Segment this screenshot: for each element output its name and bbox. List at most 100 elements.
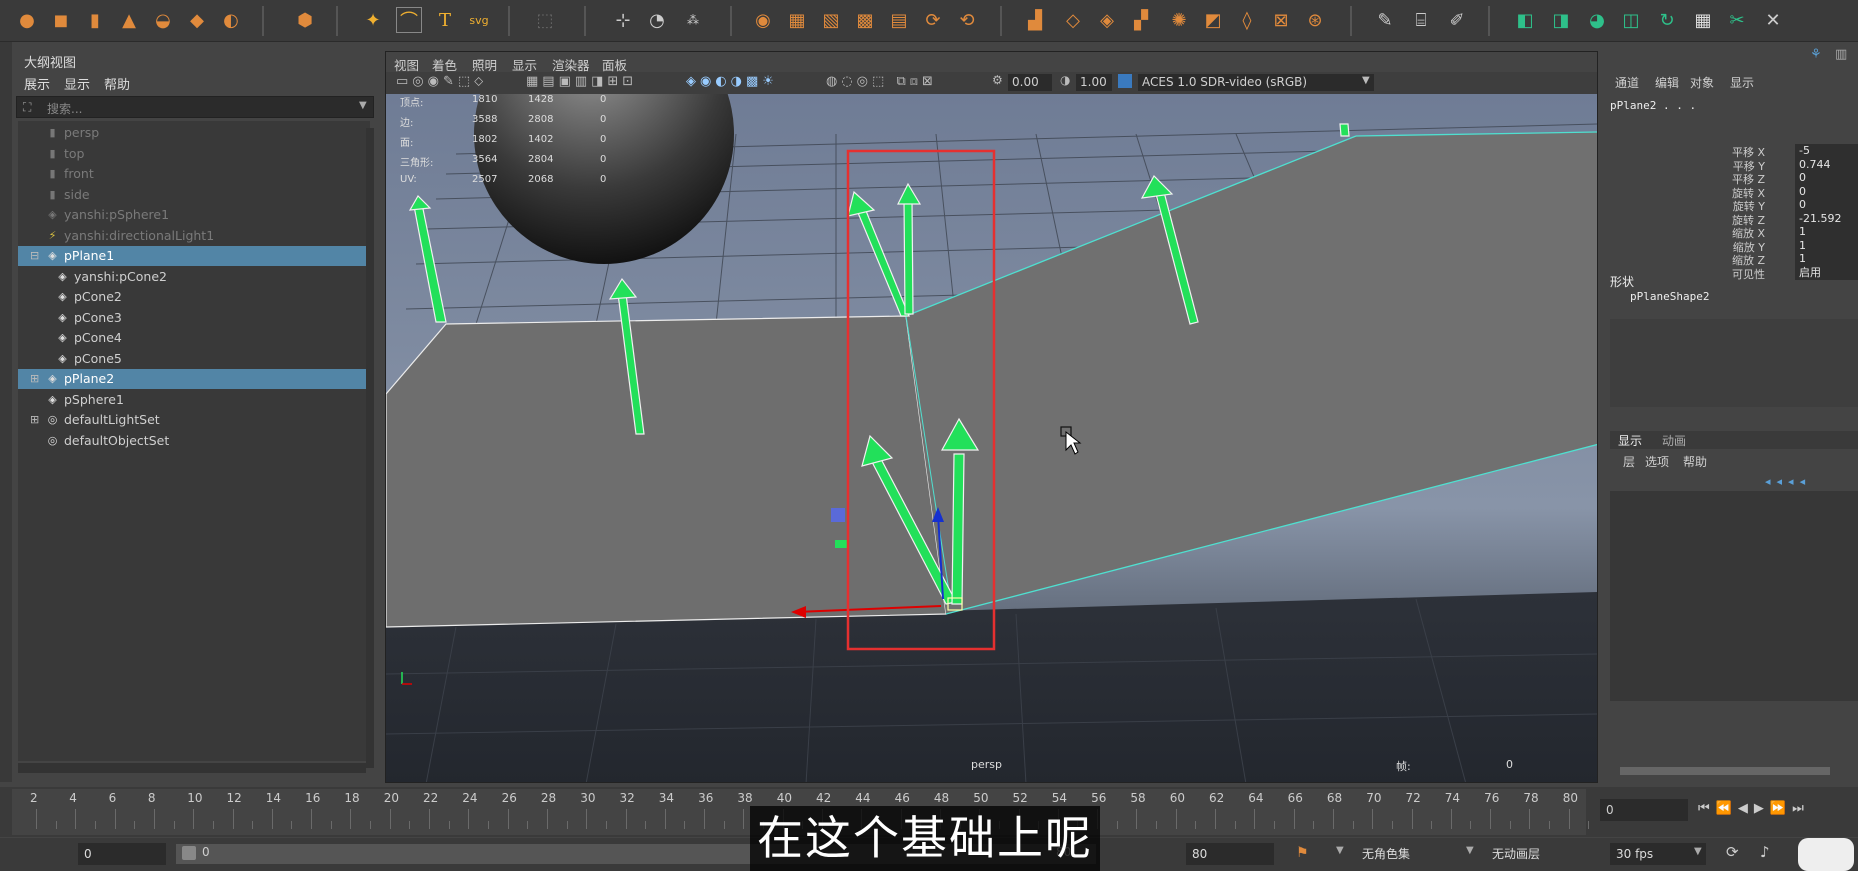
- text-icon[interactable]: T: [432, 7, 458, 33]
- channel-value-field[interactable]: 0: [1795, 171, 1858, 185]
- uv-unfold-icon[interactable]: ↻: [1654, 7, 1680, 33]
- outliner-item[interactable]: ◈ yanshi:pSphere1: [18, 205, 368, 225]
- menu-help[interactable]: 帮助: [104, 74, 130, 93]
- chevron-down-icon[interactable]: ▼: [1466, 845, 1474, 856]
- uv-cylinder-icon[interactable]: ◨: [1548, 7, 1574, 33]
- channel-value-field[interactable]: -21.592: [1795, 211, 1858, 226]
- poke-icon[interactable]: ✺: [1166, 7, 1192, 33]
- shading-tools-icon[interactable]: ◈◉◐◑▩☀: [686, 74, 778, 89]
- outliner-item[interactable]: ▮ side: [18, 185, 368, 205]
- soccer-ball-icon[interactable]: ⬢: [292, 7, 318, 33]
- shape-name[interactable]: pPlaneShape2: [1630, 290, 1709, 303]
- outliner-item[interactable]: ▮ front: [18, 164, 368, 184]
- exposure-field[interactable]: 0.00: [1008, 74, 1052, 91]
- outliner-item[interactable]: ◈ pCone4: [18, 328, 368, 348]
- outliner-item[interactable]: ◈ pCone3: [18, 308, 368, 328]
- fps-dropdown[interactable]: 30 fps: [1610, 843, 1706, 865]
- channel-value-field[interactable]: 0: [1795, 198, 1858, 212]
- disc-icon[interactable]: ◐: [218, 7, 244, 33]
- search-input[interactable]: ⛶ 搜索... ▼: [16, 96, 374, 118]
- outliner-item[interactable]: ◈ pCone5: [18, 349, 368, 369]
- chevron-down-icon[interactable]: ▼: [1362, 75, 1370, 86]
- mirror-icon[interactable]: ⟲: [954, 7, 980, 33]
- rotate-icon[interactable]: ⟳: [920, 7, 946, 33]
- outliner-item[interactable]: ◈ pCone2: [18, 287, 368, 307]
- measure-icon[interactable]: ◔: [644, 7, 670, 33]
- expand-toggle-icon[interactable]: ⊞: [30, 369, 39, 389]
- outliner-item[interactable]: ⚡ yanshi:directionalLight1: [18, 226, 368, 246]
- cylinder-icon[interactable]: ▮: [82, 7, 108, 33]
- tool-settings-icon[interactable]: ▥: [1835, 47, 1847, 62]
- checker-icon[interactable]: ▦: [1690, 7, 1716, 33]
- colorspace-dropdown[interactable]: ACES 1.0 SDR-video (sRGB): [1138, 74, 1374, 91]
- append-icon[interactable]: ▞: [1128, 7, 1154, 33]
- outliner-item[interactable]: ⊟ ◈ pPlane1: [18, 246, 368, 266]
- end-frame-field[interactable]: 80: [1186, 843, 1274, 865]
- expand-toggle-icon[interactable]: ⊞: [30, 410, 39, 430]
- chevron-down-icon[interactable]: ▼: [1694, 846, 1702, 857]
- camera-tools-icon[interactable]: ▭◎◉✎⬚⬦: [396, 74, 487, 89]
- range-handle-left[interactable]: [182, 846, 196, 860]
- menu-show[interactable]: 显示: [64, 74, 90, 93]
- wedge-icon[interactable]: ◩: [1200, 7, 1226, 33]
- chevron-down-icon[interactable]: ▼: [1336, 845, 1344, 856]
- viewport-panel[interactable]: 视图 着色 照明 显示 渲染器 面板 ▭◎◉✎⬚⬦ ▦▤▣▥◨⊞⊡ ◈◉◐◑▩☀…: [385, 51, 1598, 783]
- separate-icon[interactable]: ▧: [818, 7, 844, 33]
- menu-object[interactable]: 对象: [1690, 74, 1714, 91]
- character-set-dropdown[interactable]: 无角色集: [1356, 843, 1466, 865]
- outliner-item[interactable]: ▮ persp: [18, 123, 368, 143]
- fill-hole-icon[interactable]: ⊛: [1302, 7, 1328, 33]
- extrude-icon[interactable]: ▟: [1022, 7, 1048, 33]
- draw-icon[interactable]: ✐: [1444, 7, 1470, 33]
- uv-sew-icon[interactable]: ✕: [1760, 7, 1786, 33]
- display-tools-icon[interactable]: ▦▤▣▥◨⊞⊡: [526, 74, 637, 89]
- sphere-icon[interactable]: ●: [14, 7, 40, 33]
- menu-edit[interactable]: 编辑: [1655, 74, 1679, 91]
- vertical-scrollbar[interactable]: [366, 128, 374, 768]
- outliner-item[interactable]: ◎ defaultObjectSet: [18, 431, 368, 451]
- outliner-item[interactable]: ⊞ ◎ defaultLightSet: [18, 410, 368, 430]
- outliner-item[interactable]: ▮ top: [18, 144, 368, 164]
- menu-channels[interactable]: 通道: [1615, 74, 1639, 91]
- menu-display[interactable]: 展示: [24, 74, 50, 93]
- menu-options[interactable]: 选项: [1645, 453, 1669, 470]
- extract-icon[interactable]: ▤: [886, 7, 912, 33]
- anim-layer-dropdown[interactable]: 无动画层: [1486, 843, 1596, 865]
- menu-help[interactable]: 帮助: [1683, 453, 1707, 470]
- edge-loop-icon[interactable]: ⌸: [1408, 7, 1434, 33]
- channel-value-field[interactable]: 启用: [1795, 265, 1858, 280]
- bevel-icon[interactable]: ◇: [1060, 7, 1086, 33]
- playback-controls-icon[interactable]: ⏮⏪◀▶⏩⏭: [1698, 801, 1810, 816]
- combine-icon[interactable]: ▦: [784, 7, 810, 33]
- color-management-icon[interactable]: [1118, 74, 1132, 88]
- collapse-icon[interactable]: ⊠: [1268, 7, 1294, 33]
- sound-icon[interactable]: ♪: [1760, 843, 1770, 861]
- search-filter-icon[interactable]: ⛶: [23, 100, 31, 115]
- plane-icon[interactable]: ◆: [184, 7, 210, 33]
- channel-value-field[interactable]: 1: [1795, 225, 1858, 239]
- uv-auto-icon[interactable]: ◫: [1618, 7, 1644, 33]
- expand-toggle-icon[interactable]: ⊟: [30, 246, 39, 266]
- channel-value-field[interactable]: 1: [1795, 252, 1858, 266]
- multi-cut-icon[interactable]: ✎: [1372, 7, 1398, 33]
- channel-label[interactable]: 可见性: [1685, 266, 1765, 282]
- cone-icon[interactable]: ▲: [116, 7, 142, 33]
- channel-value-field[interactable]: 1: [1795, 238, 1858, 253]
- gamma-icon[interactable]: ◑: [1060, 73, 1070, 87]
- grid-icon[interactable]: ▩: [852, 7, 878, 33]
- uv-cut-icon[interactable]: ✂: [1724, 7, 1750, 33]
- origin-icon[interactable]: ⁂: [680, 7, 706, 33]
- locator-icon[interactable]: ⊹: [610, 7, 636, 33]
- horizontal-scrollbar[interactable]: [1620, 767, 1830, 775]
- uv-sphere-icon[interactable]: ◕: [1584, 7, 1610, 33]
- curve-icon[interactable]: ⌒: [396, 7, 422, 33]
- bridge-icon[interactable]: ◈: [1094, 7, 1120, 33]
- isolate-tools-icon[interactable]: ◍◌◎⬚ ⧉⧈⊠: [826, 74, 937, 89]
- start-frame-field[interactable]: 0: [78, 843, 166, 865]
- uv-cube-icon[interactable]: ◧: [1512, 7, 1538, 33]
- torus-icon[interactable]: ◒: [150, 7, 176, 33]
- layer-buttons-icon[interactable]: ◂◂◂◂: [1765, 475, 1811, 488]
- channel-value-field[interactable]: 0.744: [1795, 157, 1858, 172]
- outliner-item[interactable]: ⊞ ◈ pPlane2: [18, 369, 368, 389]
- cube-icon[interactable]: ◼: [48, 7, 74, 33]
